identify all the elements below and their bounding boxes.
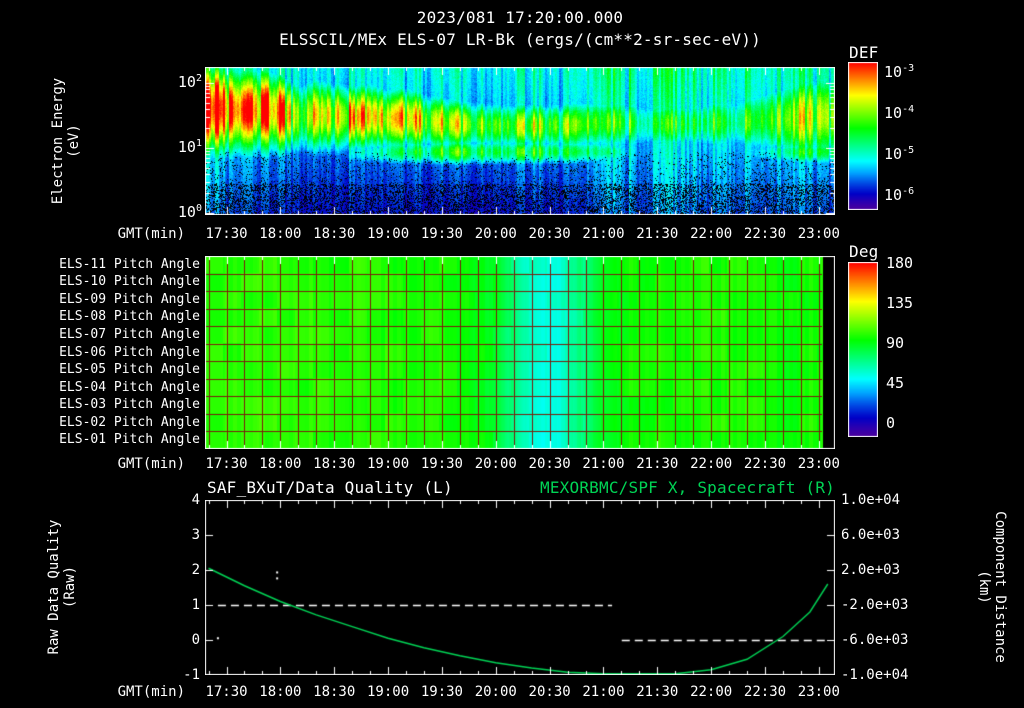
x-tick-label: 20:00 <box>474 684 517 700</box>
x-tick-label: 22:00 <box>690 684 733 700</box>
x-tick-label: 23:00 <box>797 684 840 700</box>
p3-left-tick-label: 4 <box>191 492 200 508</box>
panel1-y-axis-label: Electron Energy (eV) <box>50 31 82 251</box>
panel1-y-axis-label-line2: (eV) <box>66 124 82 158</box>
panel3-left-y-axis-label-line2: (Raw) <box>62 565 78 609</box>
p3-left-tick-label: 3 <box>191 527 200 543</box>
p2-row-label: ELS-08 Pitch Angle <box>59 309 200 325</box>
p2-row-label: ELS-05 Pitch Angle <box>59 362 200 378</box>
panel3-title-right: MEXORBMC/SPF X, Spacecraft (R) <box>540 478 835 497</box>
p1-y-tick-label: 101 <box>177 138 202 157</box>
panel3-gmt-label: GMT(min) <box>117 684 185 700</box>
x-tick-label: 19:30 <box>420 226 463 242</box>
main-title: 2023/081 17:20:00.000 <box>416 8 624 27</box>
panel3-title-left: SAF_BXuT/Data Quality (L) <box>207 478 453 497</box>
x-tick-label: 18:30 <box>313 226 356 242</box>
panel3-left-y-axis-label: Raw Data Quality (Raw) <box>46 477 78 697</box>
x-tick-label: 18:00 <box>259 684 302 700</box>
def-colorbar-tick-label: 10-6 <box>884 186 915 204</box>
x-tick-label: 21:30 <box>636 684 679 700</box>
p1-y-tick-label: 100 <box>177 203 202 222</box>
x-tick-label: 18:00 <box>259 226 302 242</box>
x-tick-label: 22:30 <box>743 456 787 472</box>
x-tick-label: 18:30 <box>313 684 356 700</box>
x-tick-label: 23:00 <box>797 226 840 242</box>
p2-row-label: ELS-01 Pitch Angle <box>59 432 200 448</box>
x-tick-label: 19:30 <box>420 684 463 700</box>
x-tick-label: 19:00 <box>366 456 410 472</box>
x-tick-label: 20:00 <box>474 456 517 472</box>
p3-right-tick-label: -1.0e+04 <box>841 667 909 683</box>
deg-colorbar-tick-label: 90 <box>886 334 905 352</box>
p2-row-label: ELS-10 Pitch Angle <box>59 274 200 290</box>
panel3-left-y-axis-label-line1: Raw Data Quality <box>46 519 62 655</box>
deg-colorbar-tick-label: 0 <box>886 414 896 432</box>
x-tick-label: 21:00 <box>582 684 625 700</box>
x-tick-label: 18:30 <box>313 456 356 472</box>
panel3-right-y-axis-label: Component Distance (km) <box>976 477 1008 697</box>
electron-spectrogram-plot <box>205 67 835 215</box>
panel1-gmt-label: GMT(min) <box>117 226 185 242</box>
p2-row-label: ELS-09 Pitch Angle <box>59 291 200 307</box>
x-tick-label: 21:00 <box>582 226 625 242</box>
p3-left-tick-label: 1 <box>191 597 200 613</box>
def-colorbar-tick-label: 10-4 <box>884 104 915 122</box>
x-tick-label: 19:00 <box>366 684 410 700</box>
x-tick-label: 22:30 <box>743 684 787 700</box>
deg-colorbar-tick-label: 180 <box>886 254 914 272</box>
x-tick-label: 20:30 <box>528 226 571 242</box>
def-colorbar-tick-label: 10-5 <box>884 145 915 163</box>
p2-row-label: ELS-07 Pitch Angle <box>59 326 200 342</box>
p2-row-label: ELS-04 Pitch Angle <box>59 379 200 395</box>
x-tick-label: 21:00 <box>582 456 625 472</box>
p3-right-tick-label: -2.0e+03 <box>841 597 909 613</box>
p2-row-label: ELS-03 Pitch Angle <box>59 397 200 413</box>
p3-right-tick-label: 2.0e+03 <box>841 562 901 578</box>
x-tick-label: 19:00 <box>366 226 410 242</box>
p2-row-label: ELS-06 Pitch Angle <box>59 344 200 360</box>
p3-left-tick-label: 0 <box>191 632 200 648</box>
p3-right-tick-label: 1.0e+04 <box>841 492 901 508</box>
x-tick-label: 17:30 <box>205 684 248 700</box>
panel1-title: ELSSCIL/MEx ELS-07 LR-Bk (ergs/(cm**2-sr… <box>279 30 761 49</box>
p3-left-tick-label: 2 <box>191 562 200 578</box>
deg-colorbar <box>848 262 878 437</box>
x-tick-label: 23:00 <box>797 456 840 472</box>
x-tick-label: 20:00 <box>474 226 517 242</box>
quality-distance-plot <box>205 500 835 675</box>
panel2-gmt-label: GMT(min) <box>117 456 185 472</box>
x-tick-label: 21:30 <box>636 226 679 242</box>
x-tick-label: 22:30 <box>743 226 787 242</box>
x-tick-label: 19:30 <box>420 456 463 472</box>
x-tick-label: 17:30 <box>205 226 248 242</box>
x-tick-label: 21:30 <box>636 456 679 472</box>
plot-screen: 2023/081 17:20:00.000 ELSSCIL/MEx ELS-07… <box>0 0 1024 708</box>
p2-row-label: ELS-11 Pitch Angle <box>59 256 200 272</box>
def-colorbar-label: DEF <box>849 43 879 62</box>
x-tick-label: 20:30 <box>528 456 571 472</box>
p2-row-label: ELS-02 Pitch Angle <box>59 414 200 430</box>
panel3-right-y-axis-label-line2: (km) <box>976 570 992 604</box>
x-tick-label: 18:00 <box>259 456 302 472</box>
def-colorbar <box>848 62 878 210</box>
p3-right-tick-label: 6.0e+03 <box>841 527 901 543</box>
panel3-right-y-axis-label-line1: Component Distance <box>992 511 1008 663</box>
x-tick-label: 22:00 <box>690 456 733 472</box>
panel1-y-axis-label-line1: Electron Energy <box>50 77 66 205</box>
x-tick-label: 17:30 <box>205 456 248 472</box>
x-tick-label: 22:00 <box>690 226 733 242</box>
x-tick-label: 20:30 <box>528 684 571 700</box>
deg-colorbar-tick-label: 135 <box>886 294 914 312</box>
p1-y-tick-label: 102 <box>177 72 202 91</box>
p3-left-tick-label: -1 <box>183 667 200 683</box>
p3-right-tick-label: -6.0e+03 <box>841 632 909 648</box>
def-colorbar-tick-label: 10-3 <box>884 63 915 81</box>
deg-colorbar-tick-label: 45 <box>886 374 905 392</box>
pitch-angle-plot <box>205 256 835 449</box>
